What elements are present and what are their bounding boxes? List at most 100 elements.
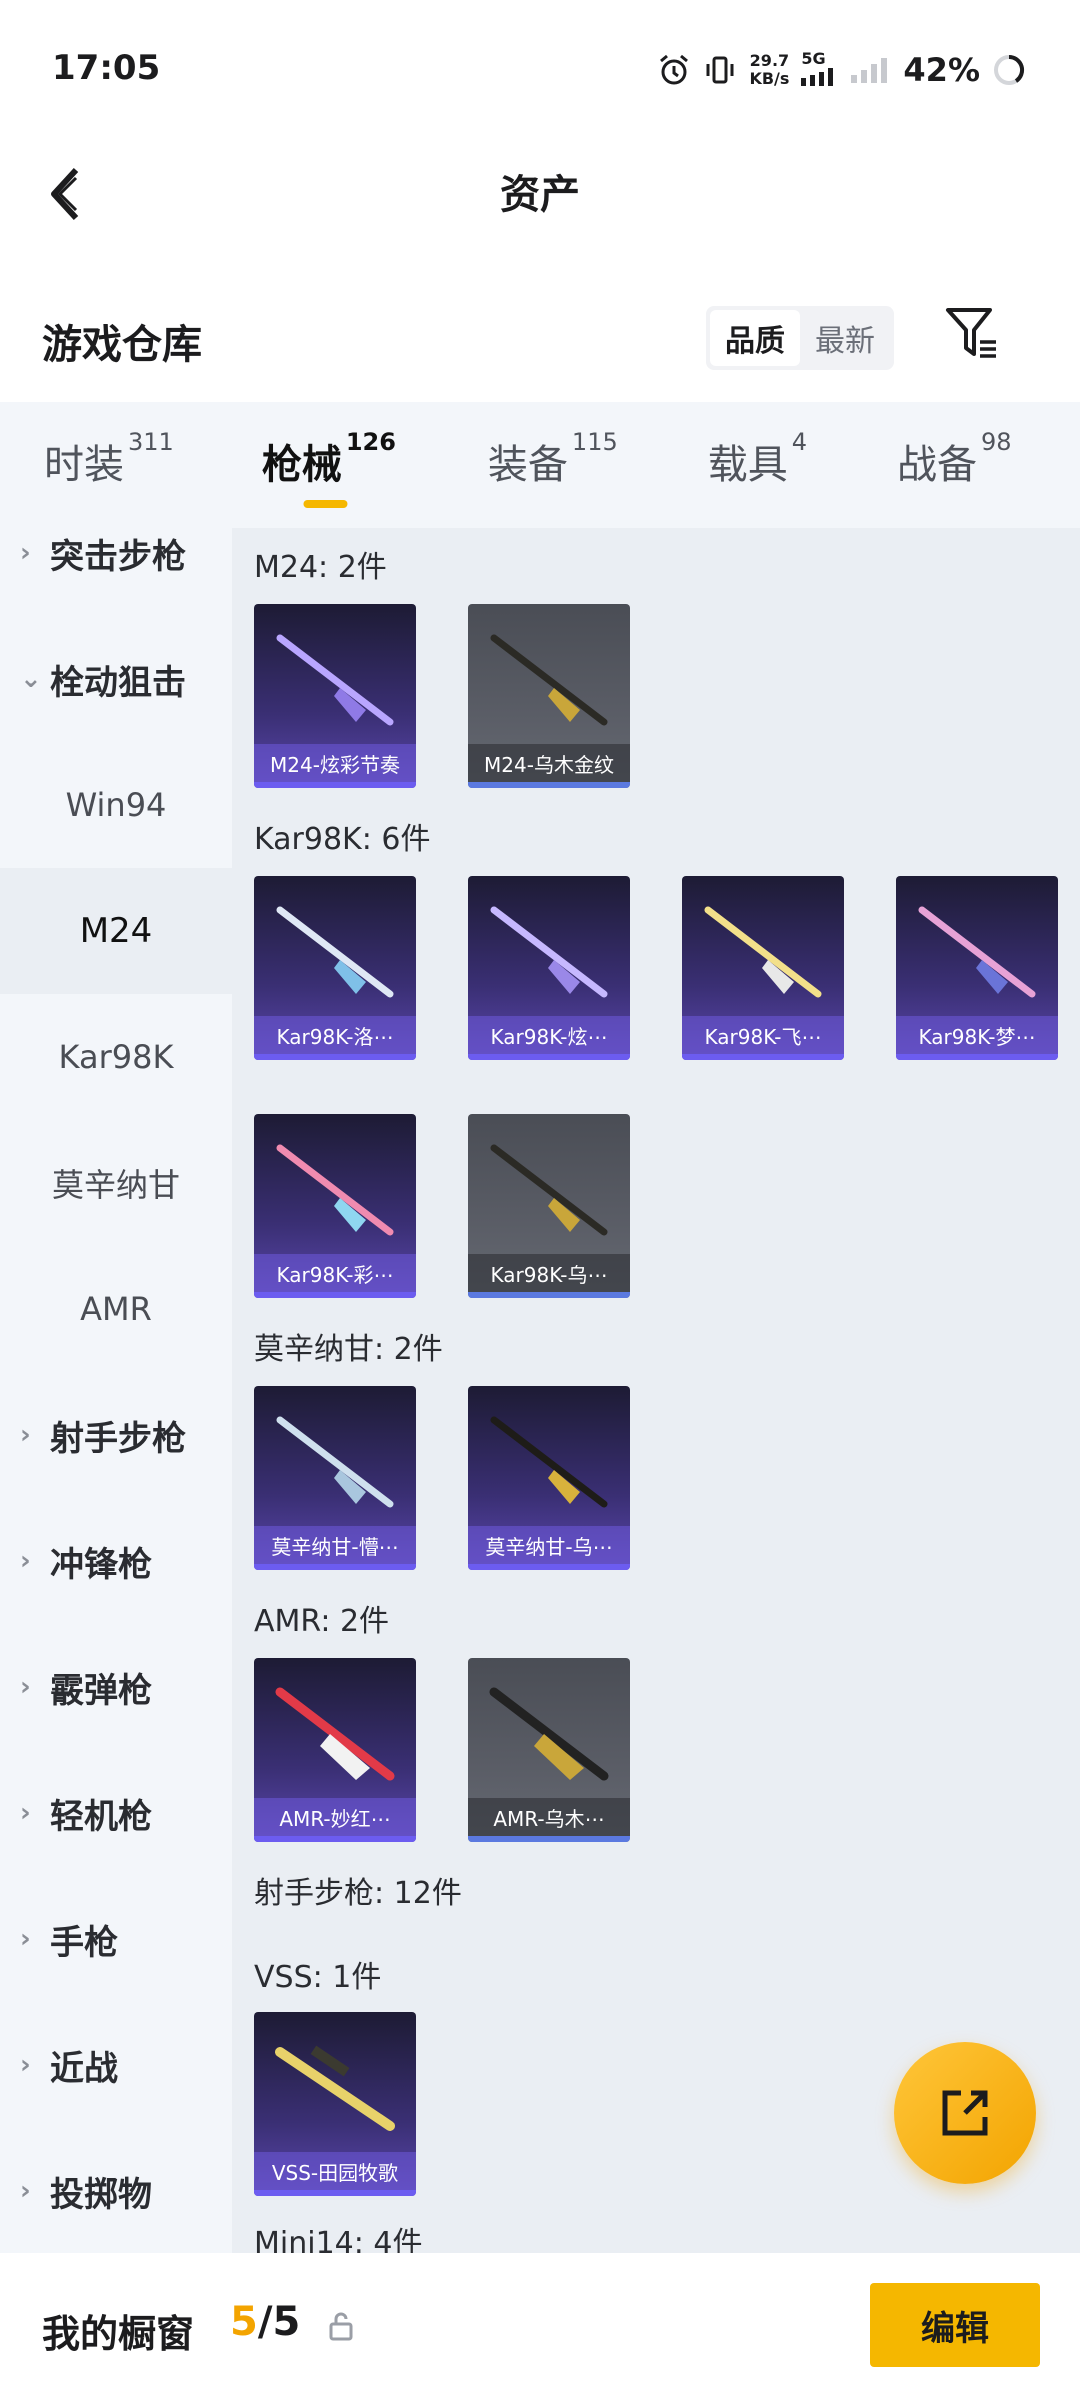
net-speed: 29.7 KB/s bbox=[749, 51, 790, 88]
subnav-melee[interactable]: › 近战 bbox=[0, 2002, 232, 2128]
chevron-right-icon: › bbox=[20, 1546, 31, 1576]
rifle-icon bbox=[276, 634, 394, 726]
rifle-icon bbox=[276, 906, 394, 998]
item-card[interactable]: AMR-乌木⋯ bbox=[468, 1658, 630, 1842]
subnav-dmr[interactable]: › 射手步枪 bbox=[0, 1372, 232, 1498]
item-card[interactable]: 莫辛纳甘-乌⋯ bbox=[468, 1386, 630, 1570]
subnav-kar98k[interactable]: Kar98K bbox=[0, 994, 232, 1120]
sort-toggle: 品质 最新 bbox=[706, 306, 894, 370]
rarity-bar bbox=[896, 1054, 1058, 1060]
group-title-mini14: Mini14: 4件 bbox=[254, 2226, 423, 2253]
item-card[interactable]: M24-乌木金纹 bbox=[468, 604, 630, 788]
subnav-smg[interactable]: › 冲锋枪 bbox=[0, 1498, 232, 1624]
item-card[interactable]: Kar98K-梦⋯ bbox=[896, 876, 1058, 1060]
edit-button[interactable]: 编辑 bbox=[870, 2283, 1040, 2367]
rifle-icon bbox=[489, 1687, 609, 1781]
item-card[interactable]: AMR-妙红⋯ bbox=[254, 1658, 416, 1842]
rarity-bar bbox=[254, 782, 416, 788]
chevron-right-icon: › bbox=[20, 2176, 31, 2206]
chevron-right-icon: › bbox=[20, 538, 31, 568]
chevron-right-icon: › bbox=[20, 2050, 31, 2080]
subnav-lmg[interactable]: › 轻机枪 bbox=[0, 1750, 232, 1876]
item-card[interactable]: 莫辛纳甘-懵⋯ bbox=[254, 1386, 416, 1570]
rifle-icon bbox=[275, 1687, 395, 1781]
tab-equipment[interactable]: 装备 115 bbox=[488, 402, 618, 528]
item-name: Kar98K-梦⋯ bbox=[896, 1016, 1058, 1054]
weapon-type-nav: › 突击步枪 ⌄ 栓动狙击 Win94 M24 Kar98K 莫辛纳甘 AMR › 射… bbox=[0, 528, 232, 2253]
rarity-bar bbox=[254, 1054, 416, 1060]
item-name: Kar98K-洛⋯ bbox=[254, 1016, 416, 1054]
rifle-icon bbox=[276, 1144, 394, 1236]
subnav-mosin[interactable]: 莫辛纳甘 bbox=[0, 1120, 232, 1246]
chevron-right-icon: › bbox=[20, 1798, 31, 1828]
rarity-bar bbox=[468, 1054, 630, 1060]
battery-level: 42% bbox=[903, 51, 980, 89]
category-tabs: 时装 311 枪械 126 装备 115 载具 4 战备 98 bbox=[0, 402, 1080, 528]
network-type: 5G bbox=[801, 50, 839, 90]
rifle-icon bbox=[490, 906, 608, 998]
item-card[interactable]: Kar98K-飞⋯ bbox=[682, 876, 844, 1060]
status-bar: 17:05 29.7 KB/s 5G 42% bbox=[0, 0, 1080, 140]
rifle-icon bbox=[918, 906, 1036, 998]
item-name: M24-炫彩节奏 bbox=[254, 744, 416, 782]
rarity-bar bbox=[468, 1564, 630, 1570]
chevron-right-icon: › bbox=[20, 1420, 31, 1450]
rarity-bar bbox=[254, 1564, 416, 1570]
tab-firearms[interactable]: 枪械 126 bbox=[262, 402, 396, 528]
section-bar: 游戏仓库 品质 最新 bbox=[0, 290, 1080, 390]
subnav-assault-rifle[interactable]: › 突击步枪 bbox=[0, 528, 232, 616]
lock-icon bbox=[329, 2312, 353, 2341]
app-header: 资产 bbox=[0, 140, 1080, 250]
rarity-bar bbox=[682, 1054, 844, 1060]
group-title-vss: VSS: 1件 bbox=[254, 1960, 382, 1995]
rifle-icon bbox=[490, 1416, 608, 1508]
rifle-icon bbox=[490, 1144, 608, 1236]
item-card[interactable]: Kar98K-洛⋯ bbox=[254, 876, 416, 1060]
tab-vehicles[interactable]: 载具 4 bbox=[708, 402, 807, 528]
group-title-dmr: 射手步枪: 12件 bbox=[254, 1876, 462, 1911]
tab-supplies[interactable]: 战备 98 bbox=[897, 402, 1012, 528]
group-title-amr: AMR: 2件 bbox=[254, 1604, 390, 1639]
showcase-count: 5/5 bbox=[230, 2299, 301, 2345]
item-name: Kar98K-彩⋯ bbox=[254, 1254, 416, 1292]
filter-button[interactable] bbox=[944, 304, 1000, 364]
page-title: 资产 bbox=[500, 172, 580, 218]
item-name: M24-乌木金纹 bbox=[468, 744, 630, 782]
status-icons: 29.7 KB/s 5G 42% bbox=[657, 50, 1026, 90]
filter-icon bbox=[946, 308, 996, 358]
subnav-win94[interactable]: Win94 bbox=[0, 742, 232, 868]
subnav-shotgun[interactable]: › 霰弹枪 bbox=[0, 1624, 232, 1750]
item-card[interactable]: Kar98K-乌⋯ bbox=[468, 1114, 630, 1298]
subnav-bolt-sniper[interactable]: ⌄ 栓动狙击 bbox=[0, 616, 232, 742]
sort-quality-button[interactable]: 品质 bbox=[710, 310, 800, 366]
item-card[interactable]: M24-炫彩节奏 bbox=[254, 604, 416, 788]
rarity-bar bbox=[254, 2190, 416, 2196]
group-title-m24: M24: 2件 bbox=[254, 550, 387, 585]
rifle-icon bbox=[276, 1416, 394, 1508]
subnav-m24[interactable]: M24 bbox=[0, 868, 232, 994]
share-button[interactable] bbox=[894, 2042, 1036, 2184]
rifle-icon bbox=[704, 906, 822, 998]
rarity-bar bbox=[468, 782, 630, 788]
subnav-pistol[interactable]: › 手枪 bbox=[0, 1876, 232, 2002]
rifle-icon bbox=[275, 2045, 395, 2131]
item-card[interactable]: Kar98K-彩⋯ bbox=[254, 1114, 416, 1298]
signal-2-icon bbox=[851, 58, 888, 83]
sort-newest-button[interactable]: 最新 bbox=[800, 310, 890, 366]
subnav-amr[interactable]: AMR bbox=[0, 1246, 232, 1372]
item-name: VSS-田园牧歌 bbox=[254, 2152, 416, 2190]
item-card[interactable]: VSS-田园牧歌 bbox=[254, 2012, 416, 2196]
item-name: 莫辛纳甘-乌⋯ bbox=[468, 1526, 630, 1564]
showcase-label: 我的橱窗 bbox=[42, 2312, 195, 2356]
status-time: 17:05 bbox=[52, 48, 161, 88]
rarity-bar bbox=[254, 1292, 416, 1298]
subnav-throwable[interactable]: › 投掷物 bbox=[0, 2128, 232, 2253]
group-title-kar98k: Kar98K: 6件 bbox=[254, 822, 431, 857]
item-name: Kar98K-炫⋯ bbox=[468, 1016, 630, 1054]
item-name: Kar98K-乌⋯ bbox=[468, 1254, 630, 1292]
signal-icon bbox=[801, 68, 834, 86]
tab-outfits[interactable]: 时装 311 bbox=[44, 402, 174, 528]
item-card[interactable]: Kar98K-炫⋯ bbox=[468, 876, 630, 1060]
share-icon bbox=[942, 2090, 988, 2136]
item-name: Kar98K-飞⋯ bbox=[682, 1016, 844, 1054]
